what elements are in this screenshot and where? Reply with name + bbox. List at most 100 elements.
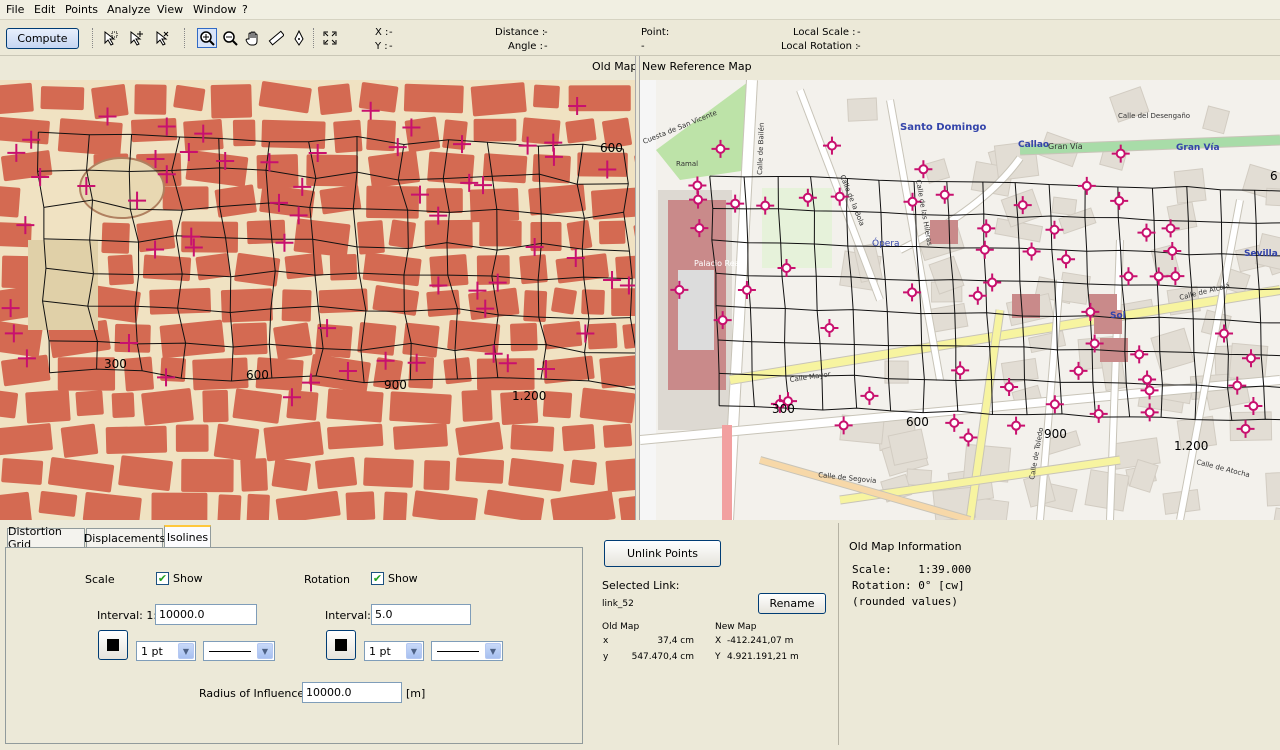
new-reference-map-canvas[interactable]: Santo Domingo Callao Gran Vía Gran Vía Ó… bbox=[640, 80, 1280, 520]
old-map-city-block bbox=[473, 118, 517, 142]
unlink-points-button[interactable]: Unlink Points bbox=[604, 540, 721, 567]
rotation-color-button[interactable] bbox=[326, 630, 356, 660]
rotation-interval-input[interactable]: 5.0 bbox=[371, 604, 471, 625]
distance-label: Distance : bbox=[495, 27, 546, 38]
color-swatch bbox=[107, 639, 119, 651]
old-map-city-block bbox=[358, 82, 399, 113]
color-swatch bbox=[335, 639, 347, 651]
control-point-ring bbox=[1073, 365, 1084, 376]
tab-displacements[interactable]: Displacements bbox=[84, 528, 165, 547]
menu-file[interactable]: File bbox=[6, 3, 24, 16]
old-x-label: x bbox=[603, 636, 609, 646]
street-label-ramal: Ramal bbox=[676, 160, 698, 168]
zoom-out-icon[interactable] bbox=[220, 28, 240, 48]
old-grid-label-300: 300 bbox=[104, 357, 127, 371]
old-map-info-rotation: Rotation: 0° [cw] bbox=[852, 579, 965, 592]
old-map-city-block bbox=[510, 424, 555, 452]
old-map-city-block bbox=[213, 423, 260, 462]
compute-button[interactable]: Compute bbox=[6, 28, 79, 49]
toolbar: Compute X : - Y : - Distance : - Angle :… bbox=[0, 20, 1280, 56]
angle-value: - bbox=[544, 41, 548, 52]
rotation-width-select[interactable]: 1 pt ▼ bbox=[364, 641, 424, 661]
measure-ruler-icon[interactable] bbox=[266, 28, 286, 48]
rotation-show-checkbox[interactable]: ✔ bbox=[371, 572, 384, 585]
new-map-landmark-building bbox=[930, 220, 958, 244]
old-map-canvas[interactable]: 300 600 900 1.200 600 bbox=[0, 80, 635, 520]
old-grid-label-1200: 1.200 bbox=[512, 389, 546, 403]
old-map-city-block bbox=[134, 84, 167, 115]
select-remove-icon[interactable] bbox=[152, 28, 172, 48]
old-map-city-block bbox=[404, 116, 441, 153]
old-map-city-block bbox=[101, 222, 130, 254]
old-map-city-block bbox=[217, 494, 242, 520]
old-map-city-block bbox=[602, 423, 633, 448]
radius-of-influence-input[interactable]: 10000.0 bbox=[302, 682, 402, 703]
control-point-ring bbox=[1246, 353, 1257, 364]
pen-icon[interactable] bbox=[289, 28, 309, 48]
old-map-city-block bbox=[60, 423, 99, 458]
old-map-city-block bbox=[368, 150, 420, 189]
tab-isolines[interactable]: Isolines bbox=[164, 525, 211, 548]
zoom-in-icon[interactable] bbox=[197, 28, 217, 48]
street-label-gran-via: Gran Vía bbox=[1048, 142, 1083, 151]
control-point-ring bbox=[826, 140, 837, 151]
menu-analyze[interactable]: Analyze bbox=[107, 3, 150, 16]
angle-label: Angle : bbox=[508, 41, 544, 52]
old-map-city-block bbox=[107, 254, 134, 286]
old-map-city-block bbox=[220, 288, 273, 323]
control-point-ring bbox=[918, 164, 929, 175]
scale-interval-input[interactable]: 10000.0 bbox=[155, 604, 257, 625]
tab-distortion-grid[interactable]: Distortion Grid bbox=[7, 525, 85, 551]
old-map-city-block bbox=[1, 458, 44, 485]
old-map-city-block bbox=[57, 118, 123, 156]
control-point-ring bbox=[741, 285, 752, 296]
new-grid-label-6: 6 bbox=[1270, 169, 1278, 183]
old-map-city-block bbox=[590, 187, 635, 220]
old-map-city-block bbox=[151, 492, 208, 520]
pan-hand-icon[interactable] bbox=[243, 28, 263, 48]
rotation-line-style-select[interactable]: ▼ bbox=[431, 641, 503, 661]
control-point-ring bbox=[824, 323, 835, 334]
scale-width-select[interactable]: 1 pt ▼ bbox=[136, 641, 196, 661]
old-map-city-block bbox=[0, 423, 53, 456]
select-add-icon[interactable] bbox=[126, 28, 146, 48]
old-map-info-scale: Scale: 1:39.000 bbox=[852, 563, 972, 576]
rename-button[interactable]: Rename bbox=[758, 593, 826, 614]
control-point-ring bbox=[692, 180, 703, 191]
menu-points[interactable]: Points bbox=[65, 3, 98, 16]
control-point-ring bbox=[802, 192, 813, 203]
menu-view[interactable]: View bbox=[157, 3, 183, 16]
local-rotation-label: Local Rotation : bbox=[781, 41, 859, 52]
old-map-city-block bbox=[366, 185, 420, 219]
scale-color-button[interactable] bbox=[98, 630, 128, 660]
control-point-ring bbox=[981, 223, 992, 234]
old-map-city-block bbox=[326, 388, 384, 423]
control-point-ring bbox=[955, 365, 966, 376]
scale-line-style-select[interactable]: ▼ bbox=[203, 641, 275, 661]
menu-edit[interactable]: Edit bbox=[34, 3, 55, 16]
old-map-info-title: Old Map Information bbox=[849, 540, 962, 553]
panel-divider bbox=[838, 523, 839, 745]
rotation-show-label: Show bbox=[388, 572, 418, 585]
new-x-label: X bbox=[715, 636, 722, 646]
select-icon[interactable] bbox=[100, 28, 120, 48]
old-map-city-block bbox=[510, 322, 538, 352]
control-point-ring bbox=[730, 198, 741, 209]
control-point-ring bbox=[1165, 223, 1176, 234]
old-map-city-block bbox=[181, 458, 234, 493]
menu-help[interactable]: ? bbox=[242, 3, 248, 16]
old-x-value: 37,4 cm bbox=[657, 636, 694, 646]
isolines-panel: Scale ✔ Show Interval: 1: 10000.0 1 pt ▼… bbox=[5, 547, 583, 744]
scale-interval-label: Interval: 1: bbox=[97, 609, 158, 622]
old-map-city-block bbox=[273, 322, 313, 361]
old-map-city-block bbox=[357, 322, 397, 356]
old-map-city-block bbox=[363, 457, 414, 488]
control-point-ring bbox=[781, 262, 792, 273]
new-map-building bbox=[887, 428, 929, 466]
fit-extent-icon[interactable] bbox=[320, 28, 340, 48]
scale-show-checkbox[interactable]: ✔ bbox=[156, 572, 169, 585]
menu-window[interactable]: Window bbox=[193, 3, 236, 16]
old-map-city-block bbox=[533, 84, 560, 109]
control-point-ring bbox=[1115, 148, 1126, 159]
old-map-city-block bbox=[429, 254, 469, 288]
